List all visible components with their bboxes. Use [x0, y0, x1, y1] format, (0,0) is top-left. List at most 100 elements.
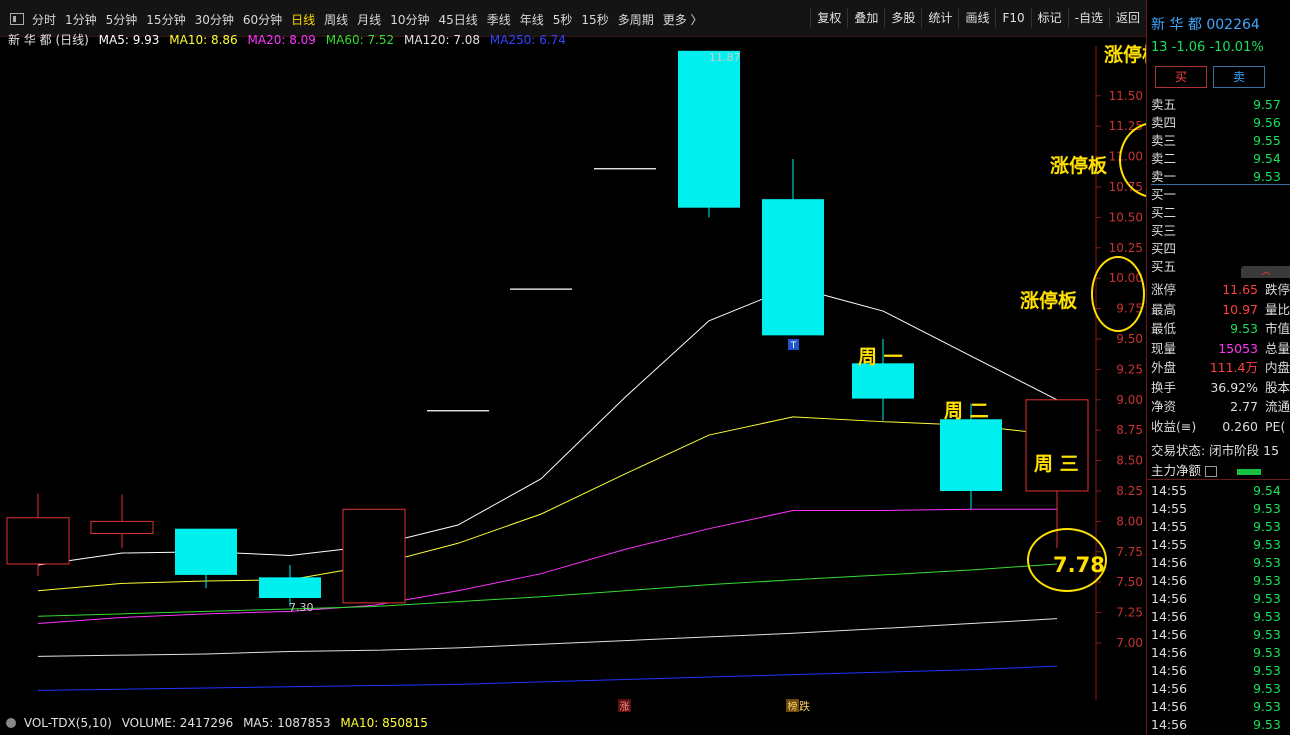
- kline-chart[interactable]: 11.5011.2511.0010.7510.5010.2510.009.759…: [0, 30, 1146, 716]
- stat-right-label: 流通: [1265, 399, 1290, 414]
- stock-title: 新 华 都 002264: [1151, 17, 1260, 33]
- tool-button[interactable]: 统计: [921, 8, 958, 28]
- period-tab[interactable]: 45日线: [438, 11, 477, 28]
- period-tab[interactable]: 10分钟: [390, 11, 429, 28]
- trade-row: 14:56 9.53: [1151, 626, 1290, 644]
- candle[interactable]: [6, 493, 70, 577]
- trade-row: 14:56 9.53: [1151, 698, 1290, 716]
- candle-body: [342, 508, 406, 604]
- trade-time: 14:56: [1151, 645, 1188, 660]
- trade-price: 9.53: [1253, 663, 1281, 678]
- period-tab[interactable]: 更多 〉: [663, 11, 703, 28]
- net-flow-text: 主力净额: [1151, 463, 1202, 478]
- period-tab[interactable]: 1分钟: [65, 11, 97, 28]
- buy-button[interactable]: 买: [1155, 66, 1207, 88]
- tool-button[interactable]: 标记: [1030, 8, 1068, 28]
- vol-ma10: MA10: 850815: [340, 716, 428, 730]
- period-tab[interactable]: 60分钟: [243, 11, 282, 28]
- candle-body: [678, 50, 740, 208]
- tool-button[interactable]: 多股: [884, 8, 921, 28]
- tool-button[interactable]: -自选: [1067, 8, 1109, 28]
- candle[interactable]: [678, 50, 740, 218]
- bid-row[interactable]: 买一: [1151, 186, 1290, 204]
- stat-label: 净资: [1151, 399, 1177, 414]
- trade-time: 14:56: [1151, 591, 1188, 606]
- period-tab[interactable]: 日线: [291, 11, 315, 28]
- price-tick-label: 9.50: [1116, 332, 1143, 346]
- tool-button[interactable]: 返回: [1108, 8, 1146, 28]
- collapse-arrow-icon[interactable]: ︿: [1241, 266, 1290, 278]
- price-tick-label: 9.00: [1116, 393, 1143, 407]
- period-tabs: 分时 1分钟 5分钟 15分钟 30分钟 60分钟 日线 周线 月线 10分钟 45日线 季线 年线 5秒…: [0, 10, 712, 28]
- period-tab[interactable]: 5分钟: [106, 11, 138, 28]
- stat-value: 15053: [1218, 340, 1258, 356]
- price-tick-label: 9.25: [1116, 362, 1143, 376]
- list-icon[interactable]: [1205, 466, 1217, 477]
- period-tab[interactable]: 周线: [324, 11, 348, 28]
- bid-row[interactable]: 买四: [1151, 240, 1290, 258]
- stat-row: 外盘 111.4万 内盘: [1151, 358, 1290, 378]
- trade-row: 14:55 9.54: [1151, 482, 1290, 500]
- stat-value: 11.65: [1222, 282, 1258, 297]
- trade-row: 14:56 9.53: [1151, 554, 1290, 572]
- candle[interactable]: [762, 159, 824, 336]
- ask-row[interactable]: 卖二 9.54: [1151, 150, 1290, 168]
- trade-price: 9.53: [1253, 681, 1281, 696]
- trade-price: 9.53: [1253, 537, 1281, 552]
- stat-right-label: PE(: [1265, 418, 1286, 434]
- candle-body: [940, 419, 1002, 491]
- ask-row[interactable]: 卖五 9.57: [1151, 96, 1290, 114]
- period-tab[interactable]: 季线: [487, 11, 511, 28]
- price-tick-label: 7.50: [1116, 575, 1143, 589]
- volume-legend: VOL-TDX(5,10) VOLUME: 2417296 MA5: 10878…: [0, 713, 1146, 735]
- stat-row: 最高 10.97 量比: [1151, 300, 1290, 320]
- t-marker-label: T: [790, 341, 797, 351]
- period-tab[interactable]: 30分钟: [195, 11, 234, 28]
- period-tab[interactable]: 分时: [32, 11, 56, 28]
- trade-time: 14:56: [1151, 627, 1188, 642]
- stat-value: 10.97: [1222, 301, 1258, 317]
- vol-indicator-name: VOL-TDX(5,10): [23, 716, 112, 730]
- trade-price: 9.53: [1253, 645, 1281, 660]
- sell-button[interactable]: 卖: [1213, 66, 1265, 88]
- period-tab[interactable]: 多周期: [618, 11, 654, 28]
- vol-collapse-icon[interactable]: [6, 718, 16, 728]
- price-tick-label: 7.25: [1116, 606, 1143, 620]
- stat-value: 9.53: [1230, 321, 1258, 336]
- bid-label: 买一: [1151, 187, 1177, 202]
- ask-row[interactable]: 卖三 9.55: [1151, 132, 1290, 150]
- price-tick-label: 7.75: [1116, 545, 1143, 559]
- candle[interactable]: [342, 508, 406, 604]
- period-tab[interactable]: 5秒: [553, 11, 573, 28]
- candle[interactable]: [175, 528, 237, 589]
- candle-body: [1025, 399, 1089, 492]
- bid-row[interactable]: 买二: [1151, 204, 1290, 222]
- wednesday-annotation: 周 三: [1034, 453, 1079, 475]
- trade-time: 14:56: [1151, 663, 1188, 678]
- period-tab[interactable]: 年线: [520, 11, 544, 28]
- trade-price: 9.53: [1253, 501, 1281, 516]
- tool-button[interactable]: F10: [995, 8, 1030, 28]
- stat-right-label: 市值: [1265, 321, 1290, 336]
- period-tab[interactable]: 月线: [357, 11, 381, 28]
- price-tick-label: 11.50: [1109, 89, 1143, 103]
- trade-state: 交易状态: 闭市阶段 15: [1151, 443, 1280, 458]
- bid-row[interactable]: 买三: [1151, 222, 1290, 240]
- ask-price: 9.54: [1253, 151, 1281, 166]
- tick-trades: 14:55 9.54 14:55 9.53 14:55 9.53 14:55 9.53 14:5…: [1151, 482, 1290, 734]
- stat-row: 最低 9.53 市值: [1151, 319, 1290, 339]
- period-tab[interactable]: 15分钟: [146, 11, 185, 28]
- layout-icon[interactable]: [10, 13, 24, 25]
- trade-price: 9.53: [1253, 627, 1281, 642]
- vol-ma5: MA5: 1087853: [243, 716, 331, 730]
- stat-label: 涨停: [1151, 282, 1177, 297]
- tool-button[interactable]: 画线: [958, 8, 995, 28]
- period-tab[interactable]: 15秒: [581, 11, 608, 28]
- stat-label: 最高: [1151, 301, 1177, 317]
- tool-button[interactable]: 复权: [810, 8, 847, 28]
- ask-row[interactable]: 卖四 9.56: [1151, 114, 1290, 132]
- candle[interactable]: [90, 494, 154, 549]
- net-flow-label: 主力净额: [1151, 460, 1261, 479]
- trade-price: 9.54: [1253, 483, 1281, 498]
- tool-button[interactable]: 叠加: [847, 8, 884, 28]
